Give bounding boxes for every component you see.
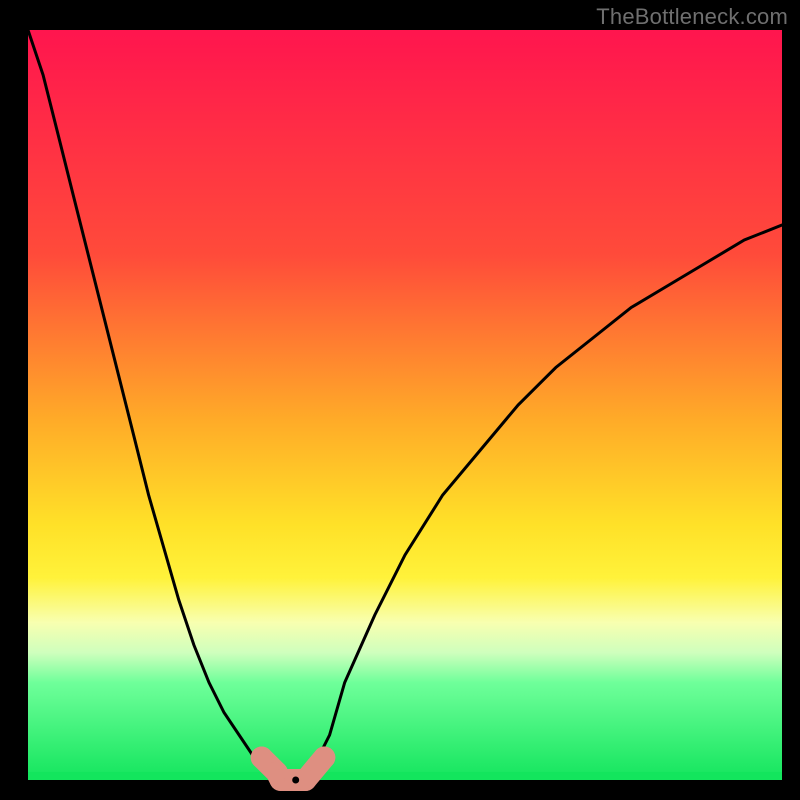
watermark: TheBottleneck.com	[596, 4, 788, 30]
plot-background	[28, 30, 782, 780]
marker-dot	[313, 747, 335, 769]
optimum-dot	[292, 777, 299, 784]
chart-frame: TheBottleneck.com	[0, 0, 800, 800]
optimum-band	[28, 772, 782, 780]
bottleneck-chart	[0, 0, 800, 800]
